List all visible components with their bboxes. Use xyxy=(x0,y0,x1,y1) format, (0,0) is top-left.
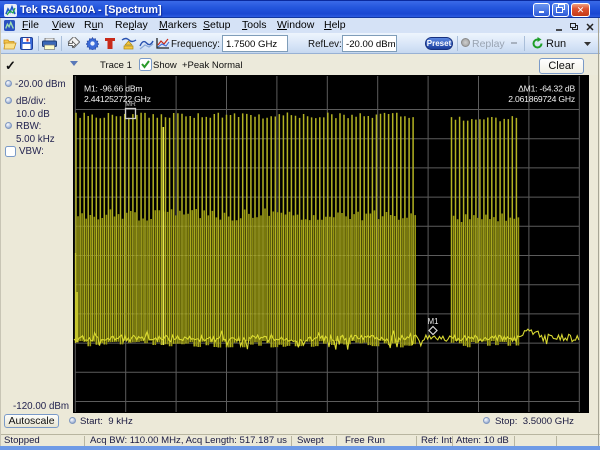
svg-text:M1: M1 xyxy=(428,317,439,326)
svg-text:ΔM1: -64.32 dB: ΔM1: -64.32 dB xyxy=(518,84,575,94)
svg-text:M1: -96.66 dBm: M1: -96.66 dBm xyxy=(84,84,142,94)
svg-text:2.061869724 GHz: 2.061869724 GHz xyxy=(508,94,575,104)
svg-text:2.441252722 GHz: 2.441252722 GHz xyxy=(84,94,151,104)
